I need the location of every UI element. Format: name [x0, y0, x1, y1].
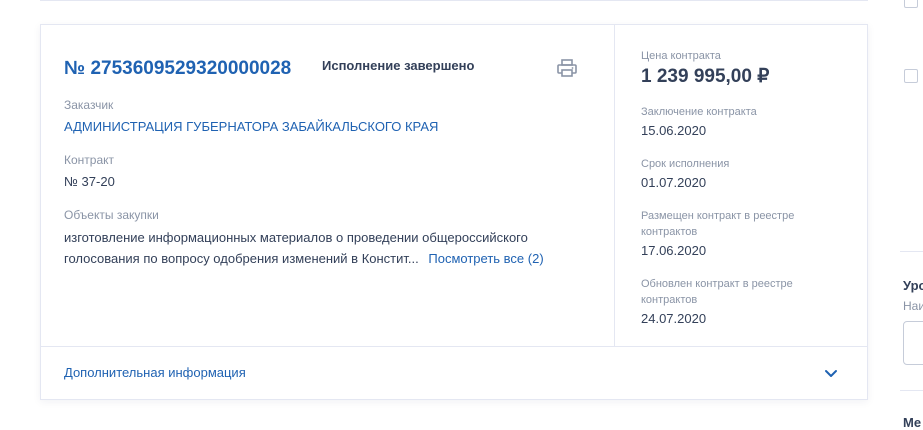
term-label: Срок исполнения	[641, 158, 730, 170]
customer-label: Заказчик	[64, 98, 114, 112]
price-label: Цена контракта	[641, 50, 721, 62]
placed-date: 17.06.2020	[641, 243, 707, 258]
updated-label: Обновлен контракт в реестре контрактов	[641, 278, 793, 306]
chevron-down-icon[interactable]	[823, 365, 839, 381]
additional-info-toggle[interactable]: Дополнительная информация	[41, 346, 867, 400]
price-value: 1 239 995,00 ₽	[641, 66, 770, 87]
registry-number-link[interactable]: № 2753609529320000028	[64, 58, 291, 80]
printer-icon[interactable]	[555, 57, 579, 79]
filter-checkbox[interactable]	[904, 0, 918, 8]
filter-divider	[900, 251, 923, 252]
conclusion-label: Заключение контракта	[641, 106, 757, 118]
objects-label: Объекты закупки	[64, 208, 159, 222]
status-badge: Исполнение завершено	[322, 58, 475, 73]
filter-panel-edge: Уро Наи Ме	[900, 0, 923, 430]
objects-description: изготовление информационных материалов о…	[64, 227, 574, 269]
conclusion-date: 15.06.2020	[641, 123, 707, 138]
term-date: 01.07.2020	[641, 175, 707, 190]
additional-info-label: Дополнительная информация	[64, 365, 246, 380]
filter-heading: Ме	[903, 415, 922, 430]
filter-subtext: Наи	[903, 299, 923, 313]
placed-label: Размещен контракт в реестре контрактов	[641, 210, 795, 238]
contract-main: № 2753609529320000028 Исполнение заверше…	[41, 25, 614, 346]
filter-divider	[900, 390, 923, 391]
show-all-link[interactable]: Посмотреть все (2)	[428, 251, 543, 266]
contract-number: № 37-20	[64, 174, 115, 189]
contract-sidebar: Цена контракта 1 239 995,00 ₽ Заключение…	[614, 25, 867, 346]
customer-name-link[interactable]: АДМИНИСТРАЦИЯ ГУБЕРНАТОРА ЗАБАЙКАЛЬСКОГО…	[64, 119, 438, 134]
filter-input[interactable]	[903, 321, 923, 365]
filter-heading: Уро	[903, 278, 923, 293]
updated-date: 24.07.2020	[641, 311, 707, 326]
filter-checkbox[interactable]	[904, 69, 918, 83]
contract-label: Контракт	[64, 153, 115, 167]
contract-card: № 2753609529320000028 Исполнение заверше…	[40, 24, 868, 400]
top-divider	[40, 0, 868, 1]
